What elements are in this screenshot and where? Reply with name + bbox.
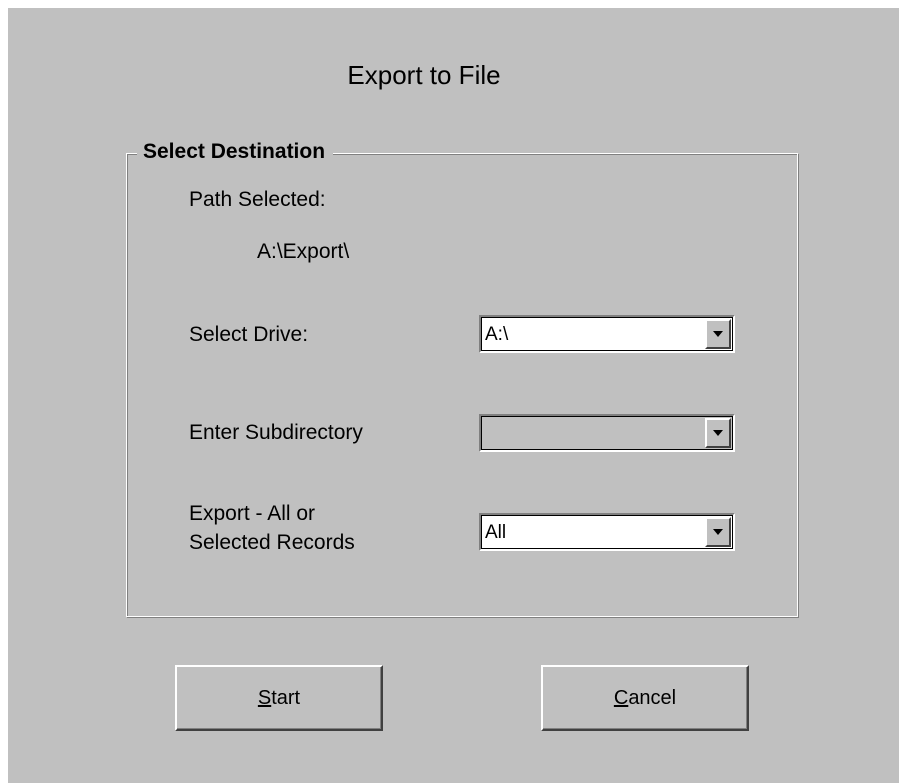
subdirectory-select[interactable] bbox=[479, 414, 735, 452]
drive-dropdown-button[interactable] bbox=[705, 319, 731, 349]
group-legend: Select Destination bbox=[137, 140, 334, 164]
export-records-label-line1: Export - All or bbox=[189, 502, 316, 525]
export-records-select-value: All bbox=[485, 522, 507, 543]
export-records-label-line2: Selected Records bbox=[189, 531, 355, 554]
path-selected-label: Path Selected: bbox=[189, 188, 326, 211]
drive-select-value: A:\ bbox=[485, 324, 509, 345]
enter-subdirectory-label: Enter Subdirectory bbox=[189, 421, 363, 444]
chevron-down-icon bbox=[713, 529, 723, 535]
chevron-down-icon bbox=[713, 430, 723, 436]
drive-select[interactable]: A:\ bbox=[479, 315, 735, 353]
export-records-select[interactable]: All bbox=[479, 513, 735, 551]
select-drive-label: Select Drive: bbox=[189, 323, 309, 346]
cancel-mnemonic: C bbox=[613, 686, 629, 709]
export-dialog: Export to File Select Destination Path S… bbox=[8, 8, 899, 783]
path-selected-value: A:\Export\ bbox=[257, 240, 350, 263]
start-button-label: Start bbox=[258, 687, 300, 710]
cancel-button-label: Cancel bbox=[614, 687, 676, 710]
export-records-dropdown-button[interactable] bbox=[705, 517, 731, 547]
dialog-title-text: Export to File bbox=[347, 60, 501, 90]
select-destination-group: Select Destination Path Selected: A:\Exp… bbox=[126, 140, 798, 617]
start-button[interactable]: Start bbox=[175, 665, 383, 731]
dialog-title: Export to File bbox=[8, 60, 856, 91]
start-label-rest: tart bbox=[271, 686, 301, 709]
start-mnemonic: S bbox=[257, 686, 272, 709]
chevron-down-icon bbox=[713, 331, 723, 337]
cancel-label-rest: ancel bbox=[628, 686, 677, 709]
subdirectory-dropdown-button[interactable] bbox=[705, 418, 731, 448]
cancel-button[interactable]: Cancel bbox=[541, 665, 749, 731]
